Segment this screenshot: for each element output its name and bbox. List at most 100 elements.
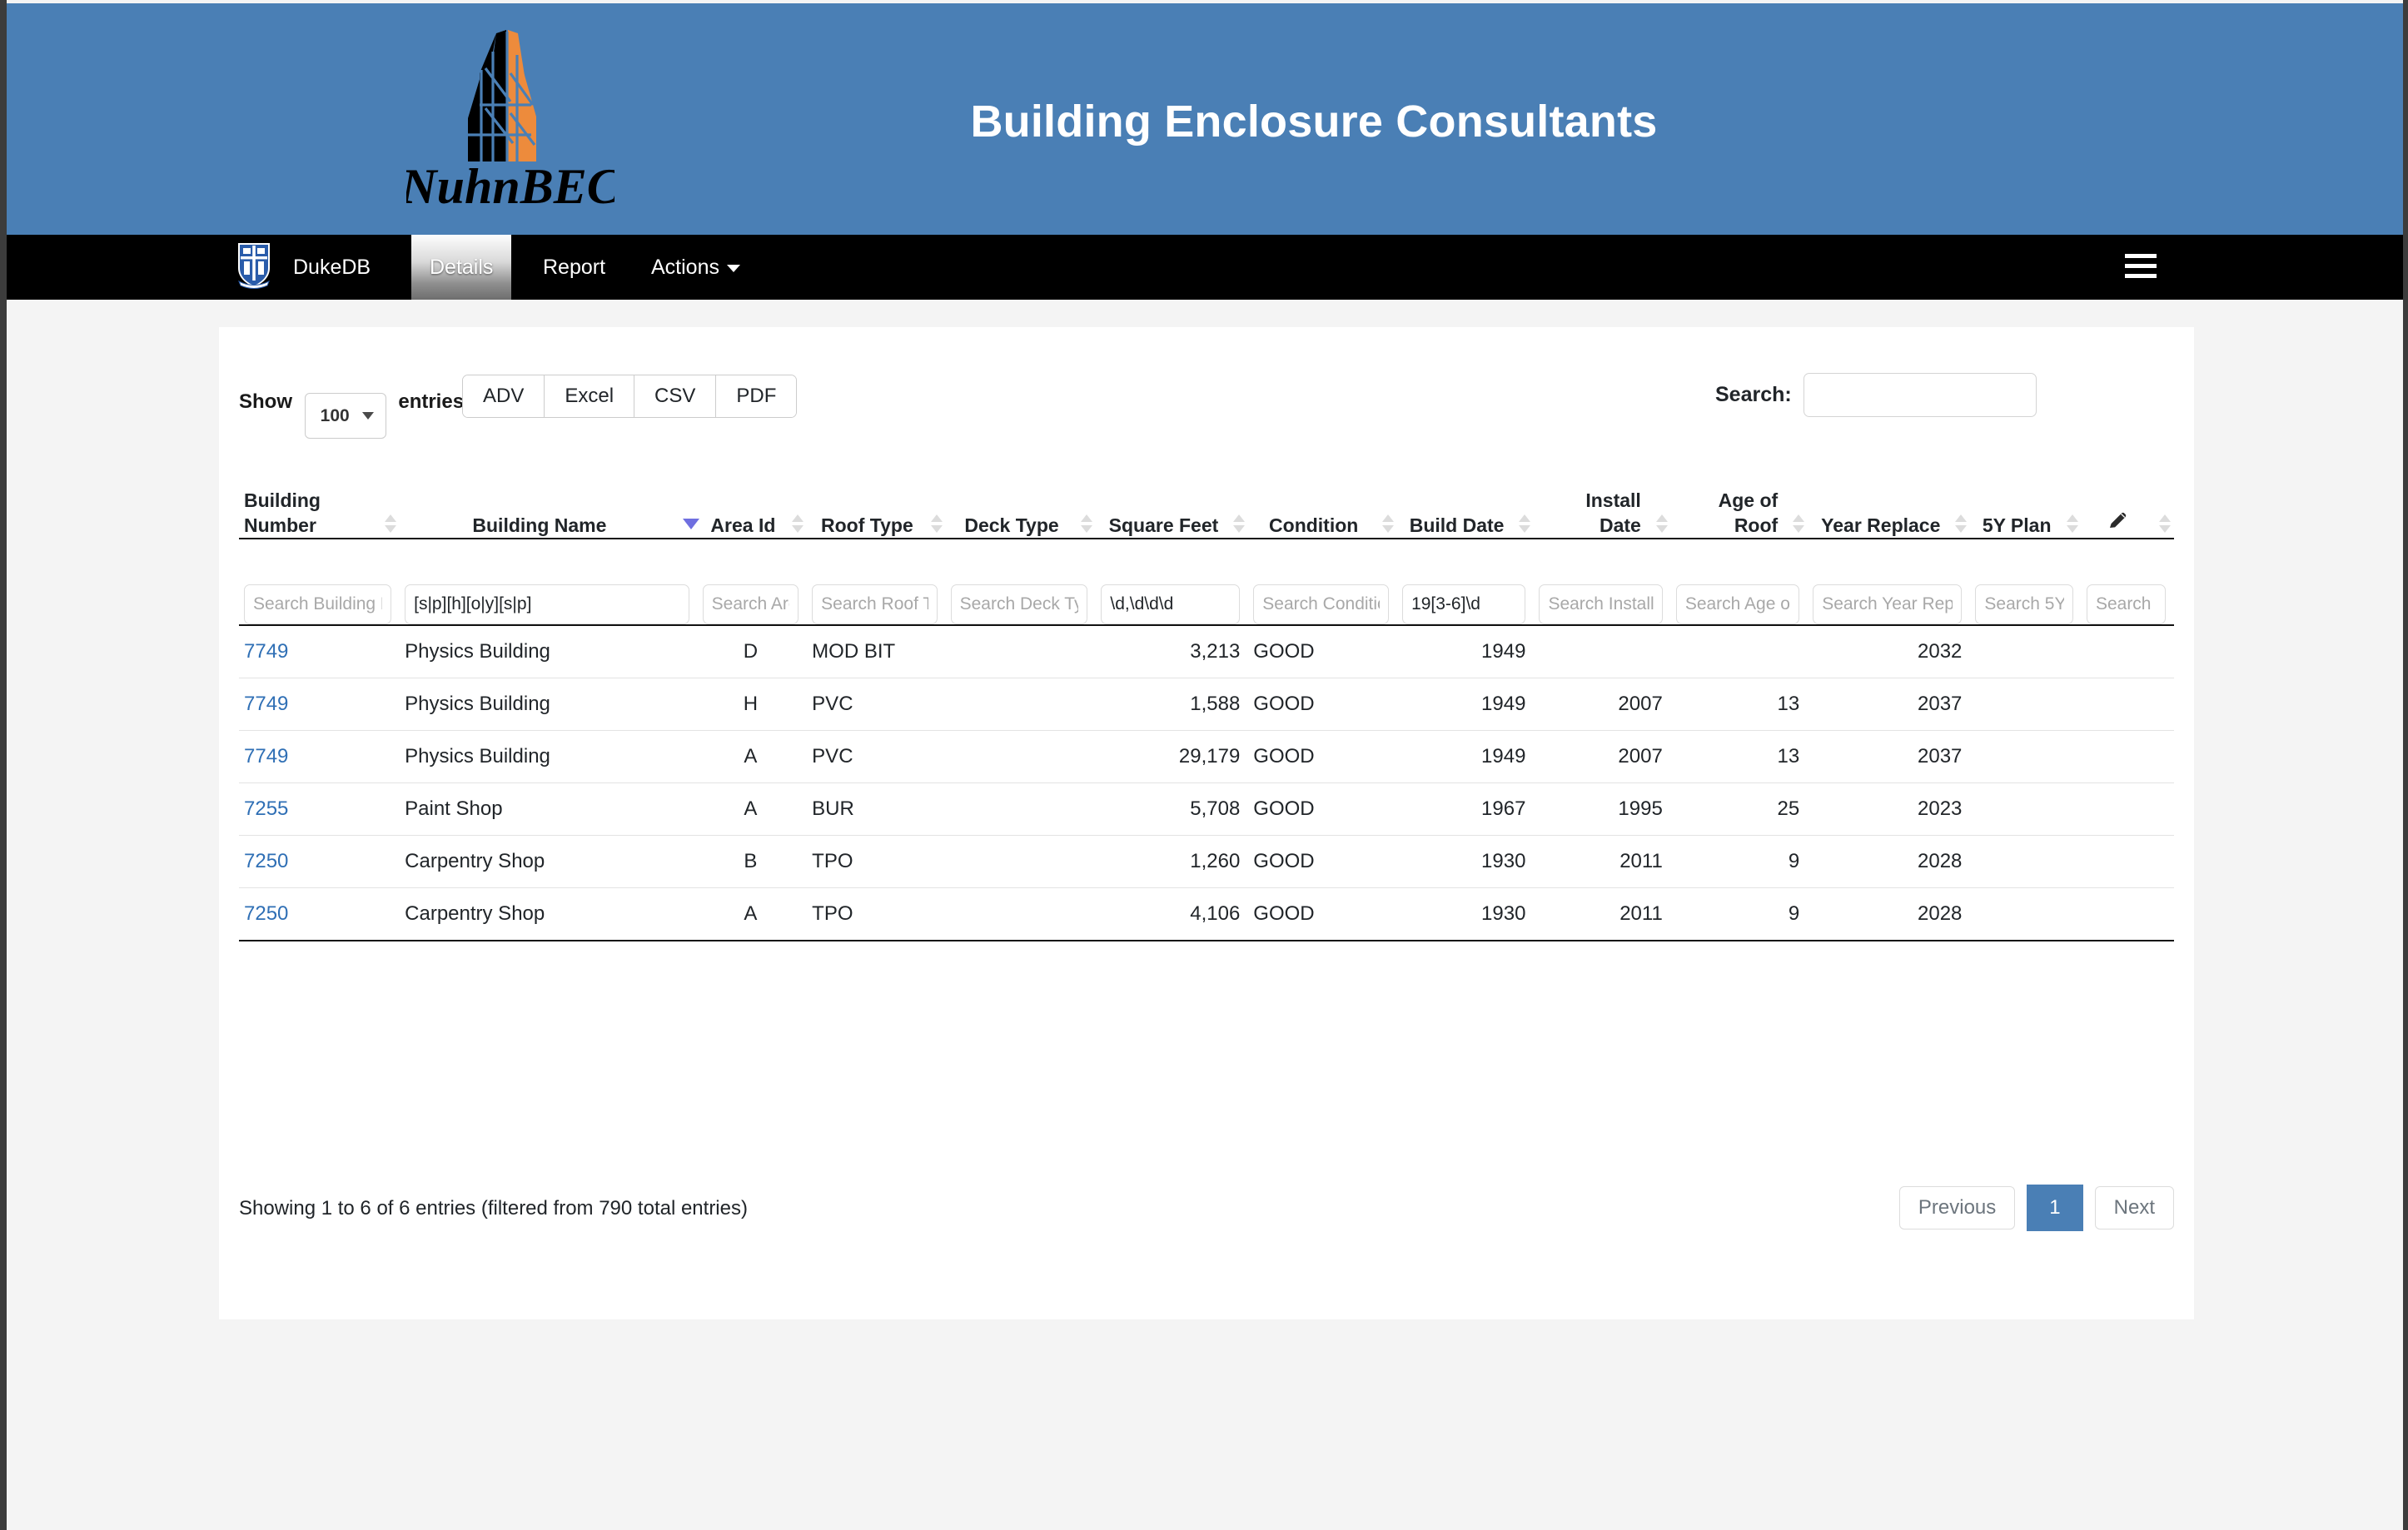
building-number-link[interactable]: 7250 [244, 902, 288, 925]
filter-edit[interactable] [2087, 584, 2166, 624]
col-header-build-date[interactable]: Build Date [1397, 452, 1534, 539]
cell-age-of-roof: 9 [1671, 836, 1808, 888]
filter-condition[interactable] [1253, 584, 1389, 624]
cell-building-number[interactable]: 7749 [239, 625, 400, 678]
col-header-age-of-roof[interactable]: Age of Roof [1671, 452, 1808, 539]
col-header-install-date[interactable]: Install Date [1534, 452, 1670, 539]
filter-building-number[interactable] [244, 584, 391, 624]
col-header-deck-type[interactable]: Deck Type [946, 452, 1097, 539]
cell-build-date: 1967 [1397, 783, 1534, 836]
filter-square-feet[interactable] [1101, 584, 1240, 624]
filter-cell-building-name [400, 539, 698, 625]
duke-shield-icon[interactable] [235, 240, 273, 290]
filter-build-date[interactable] [1402, 584, 1525, 624]
svg-text:NuhnBEC: NuhnBEC [406, 159, 614, 214]
previous-page-button[interactable]: Previous [1899, 1186, 2015, 1229]
nav-item-report[interactable]: Report [525, 235, 624, 300]
cell-building-number[interactable]: 7250 [239, 836, 400, 888]
filter-cell-deck-type [946, 539, 1097, 625]
building-number-link[interactable]: 7749 [244, 745, 288, 767]
filter-building-name[interactable] [405, 584, 689, 624]
cell-building-number[interactable]: 7749 [239, 731, 400, 783]
table-head: Building Number Building Name Area Id [239, 452, 2174, 625]
col-header-square-feet[interactable]: Square Feet [1096, 452, 1248, 539]
building-number-link[interactable]: 7250 [244, 850, 288, 872]
cell-building-number[interactable]: 7255 [239, 783, 400, 836]
page-number-1-button[interactable]: 1 [2027, 1185, 2082, 1231]
cell-area-id: A [698, 731, 808, 783]
csv-button[interactable]: CSV [634, 375, 716, 417]
nav-item-details[interactable]: Details [411, 235, 511, 300]
sort-icon [2067, 514, 2078, 533]
cell-install-date: 2011 [1534, 836, 1670, 888]
col-header-condition[interactable]: Condition [1248, 452, 1397, 539]
pencil-icon [2087, 510, 2166, 538]
cell-building-number[interactable]: 7250 [239, 888, 400, 941]
nav-item-dukedb[interactable]: DukeDB [275, 235, 389, 300]
table-row: 7749Physics BuildingDMOD BIT3,213GOOD194… [239, 625, 2174, 678]
data-table-container: Building Number Building Name Area Id [239, 452, 2174, 941]
sort-icon [931, 514, 943, 533]
filter-area-id[interactable] [703, 584, 799, 624]
filter-year-replace[interactable] [1813, 584, 1962, 624]
cell-install-date: 2007 [1534, 731, 1670, 783]
window-edge-right [2403, 0, 2408, 1530]
page-length-select[interactable]: 100 [305, 393, 386, 439]
cell-build-date: 1930 [1397, 836, 1534, 888]
nav-item-actions[interactable]: Actions [633, 235, 759, 300]
cell-age-of-roof: 13 [1671, 731, 1808, 783]
chevron-down-icon [362, 412, 374, 420]
col-header-building-name[interactable]: Building Name [400, 452, 698, 539]
cell-deck-type [946, 783, 1097, 836]
cell-edit [2082, 888, 2174, 941]
filter-deck-type[interactable] [951, 584, 1088, 624]
filter-age-of-roof[interactable] [1676, 584, 1799, 624]
cell-building-name: Paint Shop [400, 783, 698, 836]
cell-edit [2082, 625, 2174, 678]
table-body: 7749Physics BuildingDMOD BIT3,213GOOD194… [239, 625, 2174, 941]
pdf-button[interactable]: PDF [716, 375, 796, 417]
table-row: 7749Physics BuildingHPVC1,588GOOD1949200… [239, 678, 2174, 731]
cell-condition: GOOD [1248, 888, 1397, 941]
filter-cell-condition [1248, 539, 1397, 625]
cell-plan-5y [1970, 888, 2082, 941]
sort-icon [1656, 514, 1668, 533]
cell-building-number[interactable]: 7749 [239, 678, 400, 731]
filter-cell-5y-plan [1970, 539, 2082, 625]
col-header-5y-plan[interactable]: 5Y Plan [1970, 452, 2082, 539]
page-root: NuhnBEC Building Enclosure Consultants D… [0, 0, 2408, 1530]
pagination: Previous 1 Next [1888, 1185, 2174, 1231]
hamburger-bar [2125, 264, 2157, 268]
search-input[interactable] [1804, 373, 2037, 417]
cell-year-replace: 2028 [1808, 836, 1970, 888]
filter-cell-install-date [1534, 539, 1670, 625]
sort-icon [792, 514, 803, 533]
cell-year-replace: 2032 [1808, 625, 1970, 678]
cell-building-name: Carpentry Shop [400, 888, 698, 941]
cell-edit [2082, 783, 2174, 836]
building-number-link[interactable]: 7255 [244, 797, 288, 820]
building-number-link[interactable]: 7749 [244, 693, 288, 715]
sort-icon [1233, 514, 1245, 533]
filter-5y-plan[interactable] [1975, 584, 2073, 624]
next-page-button[interactable]: Next [2095, 1186, 2174, 1229]
col-header-roof-type[interactable]: Roof Type [807, 452, 945, 539]
cell-roof-type: TPO [807, 836, 945, 888]
hamburger-icon[interactable] [2125, 254, 2158, 281]
adv-button[interactable]: ADV [463, 375, 545, 417]
filter-cell-area-id [698, 539, 808, 625]
filter-roof-type[interactable] [812, 584, 937, 624]
excel-button[interactable]: Excel [545, 375, 634, 417]
building-number-link[interactable]: 7749 [244, 640, 288, 663]
cell-square-feet: 5,708 [1096, 783, 1248, 836]
filter-cell-building-number [239, 539, 400, 625]
col-header-year-replace[interactable]: Year Replace [1808, 452, 1970, 539]
col-header-edit[interactable] [2082, 452, 2174, 539]
filter-install-date[interactable] [1539, 584, 1662, 624]
cell-area-id: A [698, 783, 808, 836]
sort-icon [385, 514, 396, 533]
content-card: Show 100 entries Showing 1 to 6 of 6 ent… [219, 327, 2194, 1319]
cell-square-feet: 1,588 [1096, 678, 1248, 731]
col-header-area-id[interactable]: Area Id [698, 452, 808, 539]
col-header-building-number[interactable]: Building Number [239, 452, 400, 539]
